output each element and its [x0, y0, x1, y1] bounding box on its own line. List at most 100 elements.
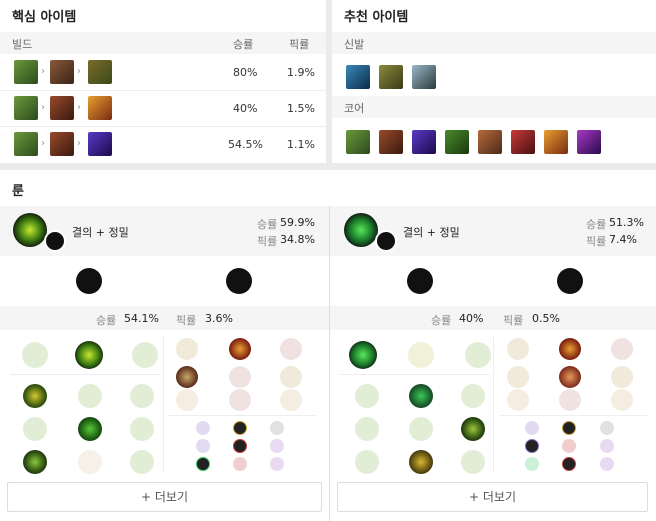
- rune-slot-icon: [130, 384, 154, 408]
- tree-divider: [493, 336, 494, 472]
- rune-slot-icon: [132, 342, 158, 368]
- build-winrate: 40%: [233, 102, 258, 115]
- rune-slot-icon: [355, 417, 379, 441]
- item-icon-boots[interactable]: [14, 60, 38, 84]
- stat-winrate: 40%: [459, 312, 484, 325]
- chevron-right-icon: ›: [41, 102, 45, 113]
- build-winrate: 80%: [233, 66, 258, 79]
- stat-pickrate-label: 픽률: [176, 314, 197, 327]
- chevron-right-icon: ›: [77, 66, 81, 77]
- shard-mr-icon: [270, 457, 284, 471]
- item-icon-core-7[interactable]: [544, 130, 568, 154]
- rune-slot-icon: [280, 389, 302, 411]
- rune-slot-icon: [611, 366, 633, 388]
- rune-slot-icon: [507, 389, 529, 411]
- rune-page[interactable]: 결의 + 정밀 승률 59.9% 픽률 34.8% 승률 54.1% 픽률 3.…: [0, 206, 329, 521]
- rune-pickrate: 34.8%: [280, 233, 315, 246]
- row-divider: [0, 90, 326, 91]
- rune-page[interactable]: 결의 + 정밀 승률 51.3% 픽률 7.4% 승률 40% 픽률 0.5% …: [330, 206, 656, 521]
- rune-slot-icon: [611, 338, 633, 360]
- item-icon-core-1[interactable]: [346, 130, 370, 154]
- precision-tree-icon: [226, 268, 252, 294]
- rune-slot-icon: [461, 450, 485, 474]
- boots-label: 신발: [344, 38, 365, 51]
- rune-slot-icon: [355, 450, 379, 474]
- rune-slot-icon: [23, 450, 47, 474]
- core-label: 코어: [344, 102, 365, 115]
- rune-slot-icon: [78, 384, 102, 408]
- rune-slot-icon: [559, 366, 581, 388]
- item-icon-armor[interactable]: [50, 132, 74, 156]
- rune-slot-icon: [559, 389, 581, 411]
- rune-slot-icon: [75, 341, 103, 369]
- shard-health-icon: [196, 457, 210, 471]
- rune-stat-bar: [0, 306, 329, 330]
- rune-slot-icon: [176, 389, 198, 411]
- rune-slot-icon: [229, 389, 251, 411]
- item-icon-core-3[interactable]: [412, 130, 436, 154]
- item-icon-armor[interactable]: [50, 60, 74, 84]
- shard-mr-icon: [600, 457, 614, 471]
- rune-winrate-label: 승률: [257, 218, 278, 231]
- rune-slot-icon: [22, 342, 48, 368]
- shard-armor-icon: [233, 439, 247, 453]
- shard-adaptive-icon: [196, 421, 210, 435]
- item-icon-core-2[interactable]: [379, 130, 403, 154]
- core-items-title: 핵심 아이템: [12, 10, 77, 25]
- rune-slot-icon: [176, 338, 198, 360]
- precision-tree-icon: [557, 268, 583, 294]
- build-pickrate: 1.9%: [287, 66, 315, 79]
- secondary-tree-icon: [375, 230, 397, 252]
- chevron-right-icon: ›: [41, 66, 45, 77]
- shard-attackspeed-icon: [562, 421, 576, 435]
- chevron-right-icon: ›: [77, 138, 81, 149]
- stat-pickrate: 0.5%: [532, 312, 560, 325]
- resolve-tree-icon: [76, 268, 102, 294]
- item-icon-boots-2[interactable]: [379, 65, 403, 89]
- item-icon-core-6[interactable]: [511, 130, 535, 154]
- secondary-tree-icon: [44, 230, 66, 252]
- rune-slot-icon: [23, 417, 47, 441]
- rune-slot-icon: [507, 338, 529, 360]
- shard-divider: [168, 415, 316, 416]
- rune-stat-bar: [330, 306, 656, 330]
- rune-slot-icon: [559, 338, 581, 360]
- build-pickrate: 1.5%: [287, 102, 315, 115]
- rune-slot-icon: [280, 366, 302, 388]
- item-icon-core-5[interactable]: [478, 130, 502, 154]
- item-icon-boots[interactable]: [14, 132, 38, 156]
- rune-slot-icon: [409, 450, 433, 474]
- item-icon-core-4[interactable]: [445, 130, 469, 154]
- shard-adaptive-icon: [196, 439, 210, 453]
- rune-slot-icon: [611, 389, 633, 411]
- item-icon-boots[interactable]: [14, 96, 38, 120]
- runes-title: 룬: [12, 184, 24, 199]
- rune-slot-icon: [229, 366, 251, 388]
- item-icon-boots-3[interactable]: [412, 65, 436, 89]
- rune-winrate: 51.3%: [609, 216, 644, 229]
- item-icon-sword[interactable]: [88, 132, 112, 156]
- more-button[interactable]: + 더보기: [7, 482, 322, 512]
- item-icon-core-8[interactable]: [577, 130, 601, 154]
- tier-divider: [10, 374, 160, 375]
- rune-slot-icon: [507, 366, 529, 388]
- more-button[interactable]: + 더보기: [337, 482, 648, 512]
- item-icon-sunfire[interactable]: [88, 96, 112, 120]
- rune-slot-icon: [349, 341, 377, 369]
- shard-adaptive-icon: [525, 421, 539, 435]
- build-winrate: 54.5%: [228, 138, 263, 151]
- core-items-header: 빌드 승률 픽률: [0, 32, 326, 54]
- shard-mr-icon: [600, 439, 614, 453]
- stat-winrate-label: 승률: [96, 314, 117, 327]
- item-icon-boots-1[interactable]: [346, 65, 370, 89]
- rune-slot-icon: [461, 417, 485, 441]
- rune-slot-icon: [465, 342, 491, 368]
- rune-pickrate-label: 픽률: [257, 235, 278, 248]
- chevron-right-icon: ›: [77, 102, 81, 113]
- item-icon-armor[interactable]: [50, 96, 74, 120]
- recommended-items-panel: 추천 아이템 신발 코어: [332, 0, 656, 163]
- shard-adaptive-icon: [233, 421, 247, 435]
- rune-winrate: 59.9%: [280, 216, 315, 229]
- item-icon-plate[interactable]: [88, 60, 112, 84]
- rune-tree-label: 결의 + 정밀: [72, 226, 129, 239]
